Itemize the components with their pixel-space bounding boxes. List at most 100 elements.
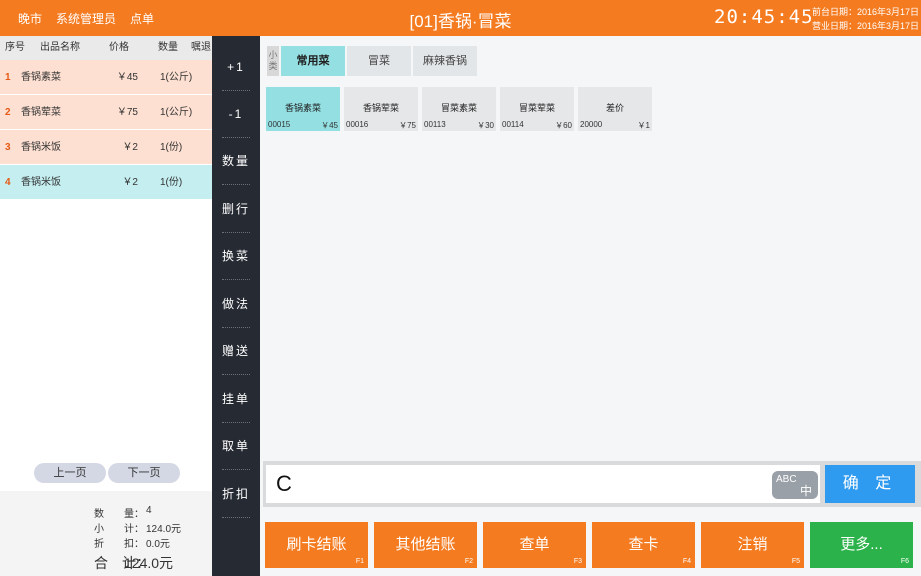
dish-code: 00016 (346, 120, 369, 129)
dish-name: 冒菜素菜 (440, 103, 477, 113)
subtotal-value: 124.0元 (146, 524, 182, 535)
order-row[interactable]: 1 香锅素菜 ￥45 1(公斤) (0, 60, 212, 95)
row-qty: 1(公斤) (160, 107, 193, 118)
row-name: 香锅素菜 (21, 72, 61, 83)
order-row[interactable]: 3 香锅米饭 ￥2 1(份) (0, 130, 212, 165)
hotkey-label: F2 (464, 558, 473, 565)
hotkey-label: F3 (573, 558, 582, 565)
dish-tile[interactable]: 差价 20000 ￥1 (578, 87, 652, 131)
delete-row-button[interactable]: 删行 (212, 186, 260, 233)
pay-label: 查卡 (628, 536, 659, 553)
check-order-button[interactable]: 查单 F3 (483, 522, 586, 568)
ime-abc-label: ABC (776, 474, 797, 485)
row-price: ￥75 (116, 107, 138, 118)
prev-page-button[interactable]: 上一页 (34, 463, 106, 483)
payment-bar: 刷卡结账 F1 其他结账 F2 查单 F3 查卡 F4 注销 F5 更多... … (265, 522, 913, 568)
top-bar: 晚市 系统管理员 点单 [01]香锅·冒菜 20:45:45 前台日期：2016… (0, 0, 921, 36)
row-qty: 1(份) (160, 177, 183, 188)
confirm-button[interactable]: 确 定 (825, 465, 915, 503)
col-qty: 数量 (158, 42, 178, 53)
order-row-selected[interactable]: 4 香锅米饭 ￥2 1(份) (0, 165, 212, 200)
count-value: 4 (146, 505, 152, 516)
pay-label: 其他结账 (395, 536, 456, 553)
order-row[interactable]: 2 香锅荤菜 ￥75 1(公斤) (0, 95, 212, 130)
dish-name: 差价 (605, 103, 624, 113)
subtotal-label: 小 计： (94, 524, 144, 535)
discount-value: 0.0元 (146, 539, 170, 550)
gift-button[interactable]: 赠送 (212, 328, 260, 375)
discount-button[interactable]: 折扣 (212, 471, 260, 518)
category-tab-common[interactable]: 常用菜 (281, 46, 345, 76)
category-tab-maocai[interactable]: 冒菜 (347, 46, 411, 76)
dish-price: ￥60 (555, 121, 572, 130)
swap-dish-button[interactable]: 换菜 (212, 233, 260, 280)
category-label: 小类 (267, 46, 279, 76)
pager: 上一页 下一页 (34, 463, 180, 483)
col-return: 嘱退 (191, 42, 211, 53)
dish-tile[interactable]: 香锅素菜 00015 ￥45 (266, 87, 340, 131)
pay-label: 更多... (840, 536, 883, 553)
row-index: 2 (5, 107, 11, 118)
ime-zh-label: 中 (800, 484, 813, 498)
row-name: 香锅米饭 (21, 142, 61, 153)
category-tab-spicy-pot[interactable]: 麻辣香锅 (413, 46, 477, 76)
pay-label: 查单 (519, 536, 550, 553)
row-price: ￥45 (116, 72, 138, 83)
count-label: 数 量： (94, 509, 144, 520)
row-price: ￥2 (122, 177, 138, 188)
quantity-button[interactable]: 数量 (212, 138, 260, 185)
pay-label: 注销 (737, 536, 768, 553)
front-date: 前台日期：2016年3月17日 (812, 7, 920, 17)
hotkey-label: F1 (355, 558, 364, 565)
dish-tile[interactable]: 冒菜荤菜 00114 ￥60 (500, 87, 574, 131)
dish-code: 00015 (268, 120, 291, 129)
dish-tile[interactable]: 香锅荤菜 00016 ￥75 (344, 87, 418, 131)
row-name: 香锅荤菜 (21, 107, 61, 118)
main-area: 小类 常用菜 冒菜 麻辣香锅 香锅素菜 00015 ￥45 香锅荤菜 00016… (260, 36, 921, 576)
logout-button[interactable]: 注销 F5 (701, 522, 804, 568)
more-button[interactable]: 更多... F6 (810, 522, 913, 568)
row-index: 1 (5, 72, 11, 83)
hotkey-label: F4 (682, 558, 691, 565)
row-name: 香锅米饭 (21, 177, 61, 188)
order-table-header: 序号 出品名称 价格 数量 嘱退 (0, 36, 212, 60)
ime-toggle[interactable]: ABC 中 (772, 471, 818, 499)
plus-one-button[interactable]: +1 (212, 44, 260, 91)
dish-code: 20000 (580, 120, 603, 129)
business-date: 营业日期：2016年3月17日 (812, 21, 920, 31)
discount-label: 折 扣： (94, 539, 144, 550)
dish-code: 00114 (502, 120, 524, 129)
order-summary: 数 量： 4 小 计： 124.0元 折 扣： 0.0元 合 计： 124.0元 (0, 491, 212, 576)
date-info: 前台日期：2016年3月17日 营业日期：2016年3月17日 (812, 5, 919, 33)
dish-price: ￥1 (637, 121, 650, 130)
order-panel: 序号 出品名称 价格 数量 嘱退 1 香锅素菜 ￥45 1(公斤) 2 香锅荤菜… (0, 36, 212, 576)
preparation-button[interactable]: 做法 (212, 281, 260, 328)
hotkey-label: F5 (791, 558, 800, 565)
dish-code: 00113 (424, 120, 446, 129)
dish-price: ￥45 (321, 121, 338, 130)
dish-name: 冒菜荤菜 (518, 103, 555, 113)
dish-name: 香锅荤菜 (362, 103, 399, 113)
hotkey-label: F6 (900, 558, 909, 565)
dish-tile[interactable]: 冒菜素菜 00113 ￥30 (422, 87, 496, 131)
col-price: 价格 (109, 42, 129, 53)
clock: 20:45:45 (714, 6, 814, 28)
total-value: 124.0元 (124, 555, 174, 571)
card-checkout-button[interactable]: 刷卡结账 F1 (265, 522, 368, 568)
search-input[interactable]: C (266, 465, 820, 503)
col-name: 出品名称 (40, 42, 80, 53)
col-index: 序号 (5, 42, 25, 53)
category-bar: 小类 常用菜 冒菜 麻辣香锅 (267, 46, 477, 76)
row-qty: 1(份) (160, 142, 183, 153)
row-price: ￥2 (122, 142, 138, 153)
check-card-button[interactable]: 查卡 F4 (592, 522, 695, 568)
order-list: 1 香锅素菜 ￥45 1(公斤) 2 香锅荤菜 ￥75 1(公斤) 3 香锅米饭… (0, 60, 212, 200)
other-checkout-button[interactable]: 其他结账 F2 (374, 522, 477, 568)
dish-price: ￥30 (477, 121, 494, 130)
retrieve-order-button[interactable]: 取单 (212, 423, 260, 470)
row-qty: 1(公斤) (160, 72, 193, 83)
minus-one-button[interactable]: -1 (212, 91, 260, 138)
dish-name: 香锅素菜 (284, 103, 321, 113)
next-page-button[interactable]: 下一页 (108, 463, 180, 483)
hold-order-button[interactable]: 挂单 (212, 376, 260, 423)
